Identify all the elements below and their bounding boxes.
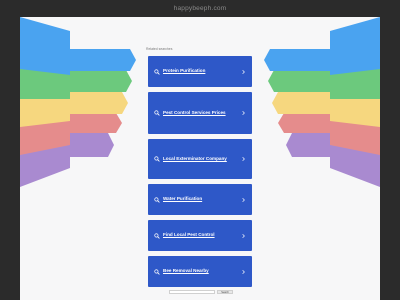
- chevron-right-icon: [242, 69, 245, 74]
- chevron-right-icon: [242, 197, 245, 202]
- search-icon: [154, 232, 160, 239]
- left-wing-red-tip: [70, 113, 122, 133]
- chevron-right-icon: [242, 156, 245, 162]
- search-icon: [154, 110, 160, 116]
- right-wing-blue-tip: [264, 49, 330, 71]
- search-button[interactable]: Search: [217, 290, 233, 294]
- right-wing-red-tip: [278, 113, 330, 133]
- search-icon: [154, 196, 160, 203]
- related-link-label: Bee Removal Nearby: [163, 268, 209, 274]
- footer-search: Search: [169, 290, 233, 294]
- top-bar: happybeeph.com: [0, 0, 400, 17]
- right-wing-yellow-tip: [272, 92, 330, 114]
- related-link-protein-purification[interactable]: Protein Purification: [148, 56, 252, 87]
- right-wing-purple-tip: [286, 133, 330, 157]
- chevron-right-icon: [242, 233, 245, 238]
- related-link-label: Find Local Pest Control: [163, 232, 215, 238]
- related-link-local-exterminator[interactable]: Local Exterminator Company: [148, 139, 252, 179]
- search-icon: [154, 68, 160, 75]
- related-link-label: Pest Control Services Prices: [163, 109, 226, 115]
- left-wing-purple-tip: [70, 133, 114, 157]
- related-link-bee-removal[interactable]: Bee Removal Nearby: [148, 256, 252, 287]
- related-link-pest-control-prices[interactable]: Pest Control Services Prices: [148, 92, 252, 134]
- right-wing-blue: [330, 17, 380, 75]
- left-wing-blue: [20, 17, 70, 75]
- related-link-find-pest-control[interactable]: Find Local Pest Control: [148, 220, 252, 251]
- related-link-water-purification[interactable]: Water Purification: [148, 184, 252, 215]
- related-link-label: Protein Purification: [163, 68, 206, 74]
- parked-page: Related searches Protein Purification Pe…: [20, 17, 380, 300]
- section-heading: Related searches: [146, 47, 173, 51]
- domain-title: happybeeph.com: [173, 5, 227, 12]
- left-wing-yellow-tip: [70, 92, 128, 114]
- chevron-right-icon: [242, 269, 245, 274]
- left-wing-blue-tip: [70, 49, 136, 71]
- related-searches: Related searches Protein Purification Pe…: [146, 47, 252, 292]
- related-link-label: Water Purification: [163, 196, 203, 202]
- search-input[interactable]: [169, 290, 215, 294]
- left-wing-green-tip: [70, 70, 132, 92]
- left-wings: [20, 17, 136, 187]
- chevron-right-icon: [242, 110, 245, 116]
- right-wing-green-tip: [268, 70, 330, 92]
- right-wings: [264, 17, 380, 187]
- related-link-label: Local Exterminator Company: [163, 155, 227, 161]
- search-icon: [154, 156, 160, 162]
- search-icon: [154, 268, 160, 275]
